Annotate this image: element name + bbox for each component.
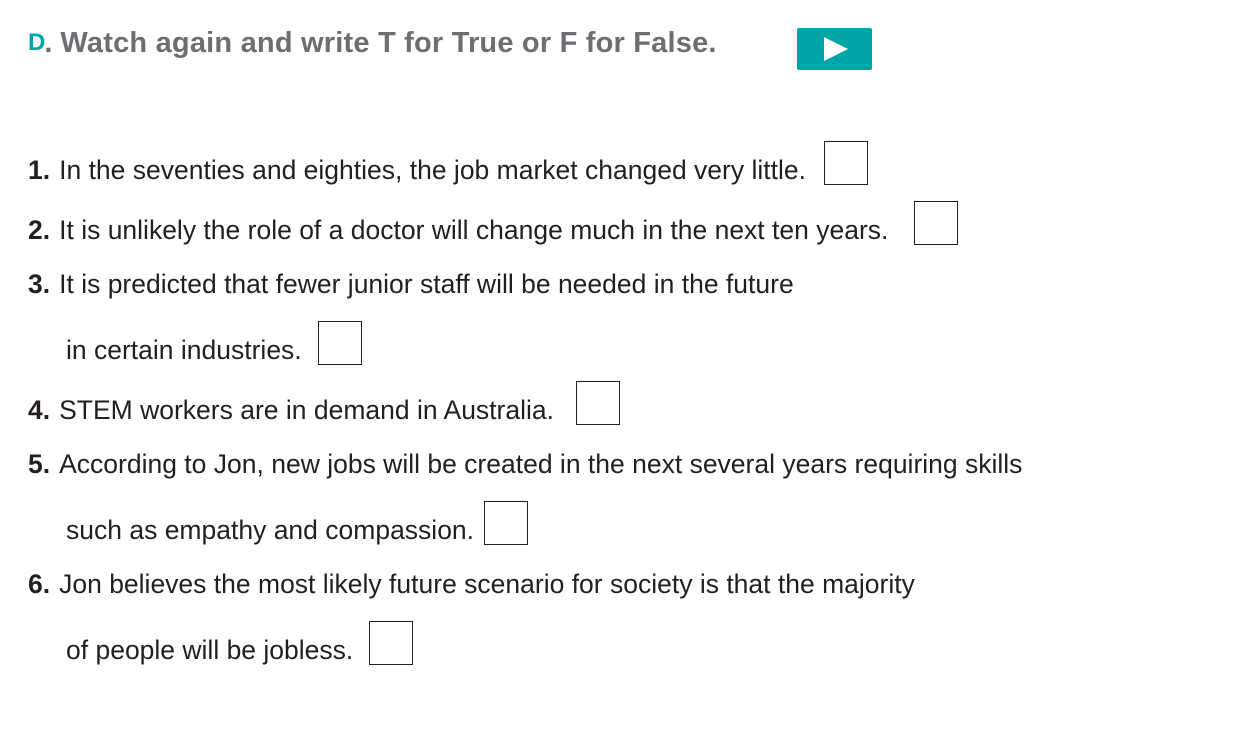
question-text: In the seventies and eighties, the job m… [59,155,806,185]
question-text: in certain industries. [66,335,302,365]
question-6: 6. Jon believes the most likely future s… [28,568,915,600]
section-dot: . [44,26,53,59]
question-text: Jon believes the most likely future scen… [59,569,915,599]
question-number: 6. [28,569,51,599]
question-text: such as empathy and compassion. [66,515,475,545]
question-number: 3. [28,269,51,299]
answer-box-3[interactable] [317,321,362,365]
answer-box-1[interactable] [823,141,868,185]
question-5-continuation: such as empathy and compassion. [66,501,529,552]
question-number: 1. [28,155,51,185]
question-text: According to Jon, new jobs will be creat… [59,449,1023,479]
play-icon [824,37,848,61]
question-text: of people will be jobless. [66,635,354,665]
exercise-header: D . Watch again and write T for True or … [28,22,717,64]
question-6-continuation: of people will be jobless. [66,621,414,672]
question-number: 5. [28,449,51,479]
answer-box-5[interactable] [484,501,529,545]
question-3: 3. It is predicted that fewer junior sta… [28,268,794,300]
play-video-button[interactable] [797,28,872,70]
question-text: STEM workers are in demand in Australia. [59,395,554,425]
question-number: 2. [28,215,51,245]
question-1: 1. In the seventies and eighties, the jo… [28,141,868,192]
answer-box-6[interactable] [369,621,414,665]
question-5: 5. According to Jon, new jobs will be cr… [28,448,1022,480]
answer-box-2[interactable] [914,201,959,245]
question-text: It is predicted that fewer junior staff … [59,269,794,299]
question-number: 4. [28,395,51,425]
question-text: It is unlikely the role of a doctor will… [59,215,889,245]
answer-box-4[interactable] [575,381,620,425]
question-2: 2. It is unlikely the role of a doctor w… [28,201,959,252]
section-letter: D [28,29,45,56]
question-4: 4. STEM workers are in demand in Austral… [28,381,620,432]
exercise-instruction: Watch again and write T for True or F fo… [60,26,717,59]
question-3-continuation: in certain industries. [66,321,362,372]
